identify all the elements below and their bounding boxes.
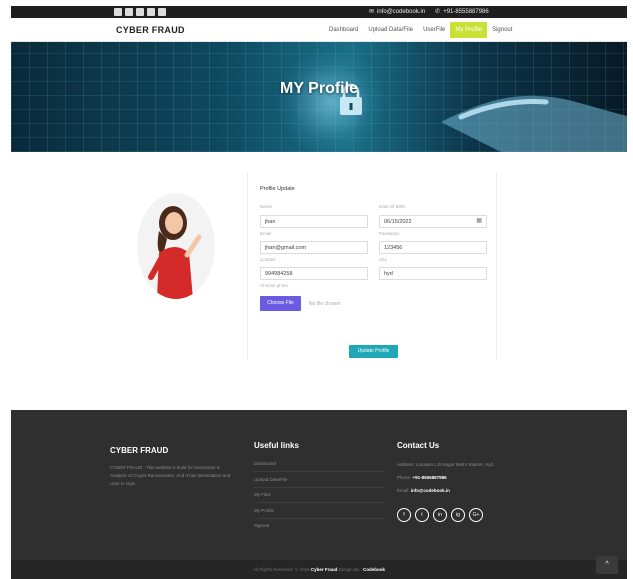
brand-logo[interactable]: CYBER FRAUD bbox=[116, 25, 185, 35]
back-to-top-button[interactable]: ^ bbox=[596, 556, 618, 574]
dob-label: Date Of Birth bbox=[379, 204, 406, 209]
phone-value[interactable]: +91-8555887986 bbox=[413, 475, 447, 480]
copy-prefix: All Rights Reserved. © 2018 bbox=[253, 567, 310, 572]
choose-file-button[interactable]: Choose File bbox=[260, 296, 301, 311]
photo-label: Choose photo bbox=[260, 283, 289, 288]
contact-label: Contact bbox=[260, 257, 276, 262]
top-bar: ✉ info@codebook.in ✆ +91-8555887986 bbox=[11, 6, 627, 18]
footer-description: CYBER FRAUD - This website is build for … bbox=[110, 465, 231, 486]
linkedin-icon[interactable]: in bbox=[433, 508, 447, 522]
mail-icon: ✉ bbox=[369, 9, 375, 15]
calendar-icon[interactable]: ▦ bbox=[476, 218, 482, 224]
top-social-icons bbox=[114, 8, 166, 16]
hero-banner: MY Profile bbox=[11, 42, 627, 152]
footer-link-my-profile[interactable]: My Profile bbox=[254, 508, 274, 513]
email-label: Email bbox=[260, 231, 272, 236]
profile-update-card: Profile Update Name jhan Date Of Birth 0… bbox=[247, 172, 497, 360]
footer-social-icons: f t in ig G+ bbox=[397, 508, 483, 522]
copyright-bar: All Rights Reserved. © 2018 Cyber Fraud … bbox=[11, 560, 627, 579]
dob-field[interactable]: 06/15/2022 ▦ bbox=[379, 215, 487, 228]
hand-image bbox=[441, 95, 627, 152]
facebook-icon[interactable]: f bbox=[397, 508, 411, 522]
footer-email: Email: info@codebook.in bbox=[397, 488, 450, 493]
dob-value: 06/15/2022 bbox=[384, 219, 412, 225]
top-phone[interactable]: +91-8555887986 bbox=[443, 9, 489, 15]
footer-link-my-files[interactable]: My Files bbox=[254, 492, 271, 497]
divider bbox=[254, 518, 384, 519]
nav-signout[interactable]: Signout bbox=[487, 22, 517, 38]
footer-link-signout[interactable]: Signout bbox=[254, 523, 269, 528]
divider bbox=[254, 502, 384, 503]
nav-dashboard[interactable]: Dashboard bbox=[324, 22, 363, 38]
copyright-text: All Rights Reserved. © 2018 Cyber Fraud … bbox=[11, 567, 627, 572]
shield-glow bbox=[271, 52, 391, 152]
email-value[interactable]: info@codebook.in bbox=[411, 488, 450, 493]
copy-design-by: Design By : bbox=[338, 567, 362, 572]
linkedin-icon[interactable] bbox=[136, 8, 144, 16]
nav-upload-data[interactable]: Upload Data/File bbox=[363, 22, 418, 38]
footer-link-dashboard[interactable]: Dashboard bbox=[254, 461, 276, 466]
footer-link-upload[interactable]: Upload Data/File bbox=[254, 477, 288, 482]
top-email[interactable]: info@codebook.in bbox=[377, 9, 425, 15]
profile-avatar bbox=[137, 193, 215, 299]
nav-my-profile[interactable]: My Profile bbox=[450, 22, 488, 38]
contact-heading: Contact Us bbox=[397, 441, 440, 450]
google-plus-icon[interactable]: G+ bbox=[469, 508, 483, 522]
main-nav: Dashboard Upload Data/File UserFile My P… bbox=[324, 22, 517, 38]
footer-phone: Phone: +91-8555887986 bbox=[397, 475, 447, 480]
email-label: Email: bbox=[397, 488, 410, 493]
phone-label: Phone: bbox=[397, 475, 412, 480]
no-file-text: No file chosen bbox=[309, 301, 341, 307]
name-field[interactable]: jhan bbox=[260, 215, 368, 228]
facebook-icon[interactable] bbox=[114, 8, 122, 16]
twitter-icon[interactable] bbox=[147, 8, 155, 16]
instagram-icon[interactable] bbox=[125, 8, 133, 16]
contact-field[interactable]: 994984258 bbox=[260, 267, 368, 280]
divider bbox=[254, 487, 384, 488]
password-field[interactable]: 123456 bbox=[379, 241, 487, 254]
useful-links-heading: Useful links bbox=[254, 441, 299, 450]
rss-icon[interactable] bbox=[158, 8, 166, 16]
avatar-image bbox=[148, 206, 202, 299]
copy-designer[interactable]: Codebook bbox=[363, 567, 385, 572]
footer-address: Address: Location L.B Nagar Metro Statio… bbox=[397, 462, 495, 467]
city-field[interactable]: hyd bbox=[379, 267, 487, 280]
footer: CYBER FRAUD CYBER FRAUD - This website i… bbox=[11, 410, 627, 560]
instagram-icon[interactable]: ig bbox=[451, 508, 465, 522]
copy-site[interactable]: Cyber Fraud bbox=[311, 567, 338, 572]
update-profile-button[interactable]: Update Profile bbox=[349, 345, 398, 358]
chevron-up-icon: ^ bbox=[605, 561, 609, 568]
phone-icon: ✆ bbox=[435, 9, 441, 15]
page-title: MY Profile bbox=[280, 80, 358, 97]
navbar: CYBER FRAUD Dashboard Upload Data/File U… bbox=[11, 18, 627, 42]
twitter-icon[interactable]: t bbox=[415, 508, 429, 522]
nav-userfile[interactable]: UserFile bbox=[418, 22, 450, 38]
form-heading: Profile Update bbox=[260, 186, 295, 192]
divider bbox=[254, 471, 384, 472]
email-field[interactable]: jhan@gmail.com bbox=[260, 241, 368, 254]
name-label: Name bbox=[260, 204, 273, 209]
footer-brand: CYBER FRAUD bbox=[110, 446, 169, 455]
city-label: City bbox=[379, 257, 387, 262]
top-contact: ✉ info@codebook.in ✆ +91-8555887986 bbox=[369, 7, 489, 17]
password-label: Password bbox=[379, 231, 399, 236]
